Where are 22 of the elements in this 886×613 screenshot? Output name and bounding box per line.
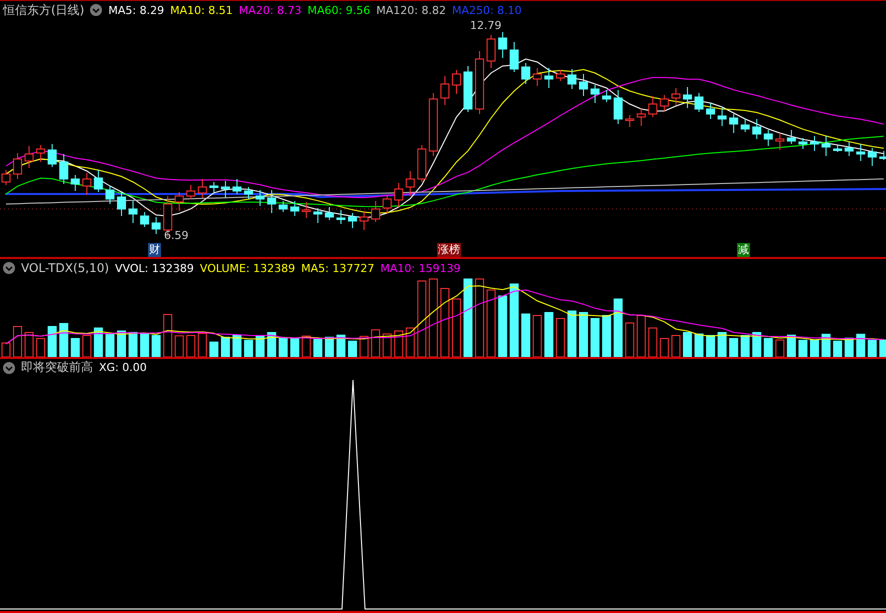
dropdown-icon[interactable] xyxy=(3,262,15,274)
indicator-value: MA5: 8.29 xyxy=(108,4,164,17)
stock-title: 恒信东方(日线) xyxy=(3,2,84,19)
indicator-value: MA250: 8.10 xyxy=(452,4,522,17)
event-tag[interactable]: 减 xyxy=(737,243,750,258)
indicator-value: XG: 0.00 xyxy=(99,361,147,374)
low-price-label: 6.59 xyxy=(164,229,188,242)
high-price-label: 12.79 xyxy=(470,19,502,32)
event-tag[interactable]: 财 xyxy=(148,243,162,258)
indicator-value: MA120: 8.82 xyxy=(376,4,446,17)
indicator-value: MA5: 137727 xyxy=(301,262,374,275)
dropdown-icon[interactable] xyxy=(3,362,15,374)
indicator-value: VVOL: 132389 xyxy=(115,262,194,275)
indicator-value: MA20: 8.73 xyxy=(238,4,302,17)
event-tag[interactable]: 涨榜 xyxy=(436,243,461,258)
indicator-value: MA10: 159139 xyxy=(380,262,461,275)
indicator-title: 即将突破前高 xyxy=(21,359,93,376)
dropdown-icon[interactable] xyxy=(90,4,102,16)
indicator-value: VOLUME: 132389 xyxy=(200,262,296,275)
indicator-value: MA10: 8.51 xyxy=(170,4,233,17)
indicator-title: VOL-TDX(5,10) xyxy=(21,261,110,276)
indicator-value: MA60: 9.56 xyxy=(308,4,370,17)
